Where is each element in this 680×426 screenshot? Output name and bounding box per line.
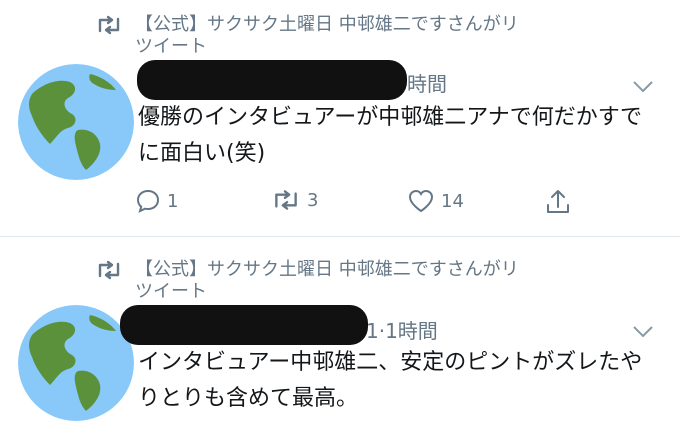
chevron-down-icon[interactable] <box>632 325 654 339</box>
globe-avatar[interactable] <box>18 64 134 180</box>
retweet-context: 【公式】サクサク土曜日 中邨雄二ですさんがリツイート <box>95 259 535 303</box>
retweet-count: 3 <box>307 189 319 211</box>
retweet-icon <box>98 15 120 35</box>
tweet-time[interactable]: 時間 <box>407 72 447 96</box>
heart-icon <box>408 189 434 213</box>
redacted-username <box>137 60 407 100</box>
like-button[interactable]: 14 <box>407 188 464 214</box>
tweet-actions: 1 3 14 <box>135 188 575 218</box>
retweet-icon <box>98 260 120 280</box>
tweet-text: インタビュアー中邨雄二、安定のピントがズレたやりとりも含めて最高。 <box>138 350 643 411</box>
tweet-2[interactable]: 【公式】サクサク土曜日 中邨雄二ですさんがリツイート 1·1時間 インタビュアー… <box>0 237 680 426</box>
retweet-context: 【公式】サクサク土曜日 中邨雄二ですさんがリツイート <box>95 14 535 58</box>
retweet-label[interactable]: 【公式】サクサク土曜日 中邨雄二ですさんがリツイート <box>135 259 535 303</box>
reply-icon <box>136 189 160 213</box>
tweet-text: 優勝のインタビュアーが中邨雄二アナで何だかすでに面白い(笑) <box>138 105 643 166</box>
tweet-time[interactable]: 1·1時間 <box>366 319 438 343</box>
share-button[interactable] <box>545 188 577 216</box>
retweet-label[interactable]: 【公式】サクサク土曜日 中邨雄二ですさんがリツイート <box>135 14 535 58</box>
redacted-username <box>120 305 368 345</box>
reply-count: 1 <box>167 190 179 212</box>
tweet-1[interactable]: 【公式】サクサク土曜日 中邨雄二ですさんがリツイート 時間 優勝のインタビュアー… <box>0 0 680 236</box>
retweet-button[interactable]: 3 <box>271 188 318 212</box>
share-icon <box>547 190 569 213</box>
reply-button[interactable]: 1 <box>135 188 178 214</box>
chevron-down-icon[interactable] <box>632 80 654 94</box>
retweet-icon <box>275 190 297 210</box>
like-count: 14 <box>441 190 464 212</box>
globe-avatar[interactable] <box>18 305 134 421</box>
